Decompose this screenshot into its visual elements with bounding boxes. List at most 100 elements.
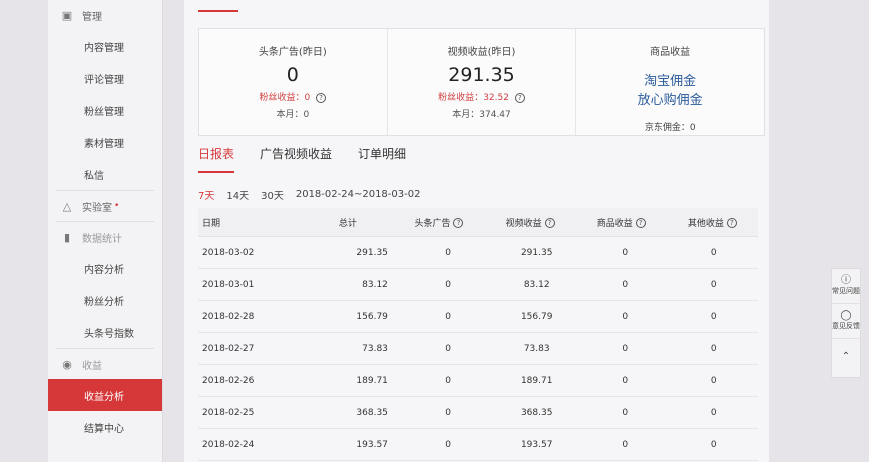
- cell-total: 156.79: [356, 311, 388, 322]
- cell-goods: 0: [622, 279, 629, 290]
- sidebar-group-lab[interactable]: △ 实验室 •: [48, 191, 162, 221]
- month-line: 本月：0: [199, 107, 387, 120]
- feedback-button[interactable]: ◯ 意见反馈: [832, 304, 860, 339]
- column-header-label: 其他收益: [687, 218, 724, 229]
- sidebar-item-content-analysis[interactable]: 内容分析: [48, 252, 162, 284]
- column-header-label: 视频收益: [505, 218, 542, 229]
- cell-date: 2018-02-28: [202, 311, 255, 322]
- cell-goods: 0: [622, 407, 629, 418]
- cell-total: 189.71: [356, 375, 388, 386]
- sidebar-item-fan-analysis[interactable]: 粉丝分析: [48, 284, 162, 316]
- cube-icon: ▣: [61, 8, 73, 22]
- top-accent-bar: [198, 10, 238, 12]
- fan-revenue-label: 粉丝收益：: [438, 93, 484, 103]
- ad-revenue-card: 头条广告(昨日) 0 粉丝收益：0 ? 本月：0: [199, 29, 388, 135]
- cell-total: 368.35: [356, 407, 388, 418]
- cell-video: 73.83: [523, 343, 550, 354]
- tab-order-details[interactable]: 订单明细: [358, 145, 406, 171]
- sidebar-group-manage[interactable]: ▣ 管理: [48, 0, 162, 30]
- chevron-up-icon: ⌃: [841, 351, 851, 362]
- fan-revenue-label: 粉丝收益：: [259, 93, 305, 103]
- help-icon[interactable]: ?: [514, 92, 525, 103]
- sidebar-item-materials[interactable]: 素材管理: [48, 126, 162, 158]
- help-icon[interactable]: ?: [316, 92, 327, 103]
- flask-icon: △: [62, 199, 72, 213]
- fangxingou-commission-link[interactable]: 放心购佣金: [576, 91, 764, 110]
- date-span[interactable]: 2018-02-24~2018-03-02: [296, 189, 421, 200]
- faq-label: 常见问题: [832, 287, 860, 295]
- table-row: 2018-03-01 83.12 0 83.12 0 0: [198, 269, 758, 301]
- sidebar-item-comments[interactable]: 评论管理: [48, 62, 162, 94]
- cell-goods: 0: [622, 343, 629, 354]
- column-header-label: 商品收益: [596, 218, 633, 229]
- cell-other: 0: [710, 343, 717, 354]
- bar-chart-icon: ▮: [63, 230, 71, 244]
- sidebar-group-label: 管理: [82, 11, 102, 23]
- cell-other: 0: [710, 375, 717, 386]
- month-value: 0: [303, 110, 310, 120]
- cell-date: 2018-02-26: [202, 375, 255, 386]
- sidebar-item-revenue-analysis[interactable]: 收益分析: [48, 379, 162, 411]
- sidebar-group-revenue[interactable]: ◉ 收益: [48, 349, 162, 379]
- table-row: 2018-02-26 189.71 0 189.71 0 0: [198, 365, 758, 397]
- fan-revenue-value: 32.52: [483, 93, 509, 103]
- help-icon[interactable]: ?: [726, 218, 737, 228]
- month-label: 本月：: [452, 110, 480, 120]
- cell-total: 73.83: [362, 343, 388, 354]
- cell-ad: 0: [445, 279, 452, 290]
- revenue-summary: 头条广告(昨日) 0 粉丝收益：0 ? 本月：0 视频收益(昨日) 291.35…: [198, 28, 765, 136]
- column-header-goods: 商品收益?: [576, 216, 667, 229]
- taobao-commission-link[interactable]: 淘宝佣金: [576, 72, 764, 91]
- cell-goods: 0: [622, 247, 629, 258]
- tab-daily-report[interactable]: 日报表: [198, 145, 235, 173]
- column-header-label: 头条广告: [414, 218, 451, 229]
- cell-goods: 0: [622, 375, 629, 386]
- cell-ad: 0: [445, 439, 452, 450]
- sidebar: ▣ 管理 内容管理 评论管理 粉丝管理 素材管理 私信 △ 实验室 • ▮ 数据…: [48, 0, 163, 462]
- cell-total: 83.12: [362, 279, 388, 290]
- daily-revenue-table: 日期 总计 头条广告? 视频收益? 商品收益? 其他收益? 2018-03-02…: [198, 208, 758, 461]
- sidebar-item-settlement[interactable]: 结算中心: [48, 411, 162, 443]
- back-to-top-button[interactable]: ⌃: [832, 339, 860, 375]
- sidebar-item-index[interactable]: 头条号指数: [48, 316, 162, 348]
- cell-ad: 0: [445, 343, 452, 354]
- cell-other: 0: [710, 279, 717, 290]
- question-circle-icon: ⓘ: [841, 275, 851, 286]
- table-row: 2018-02-27 73.83 0 73.83 0 0: [198, 333, 758, 365]
- range-7-days[interactable]: 7天: [198, 187, 214, 202]
- help-icon[interactable]: ?: [453, 218, 464, 228]
- cell-ad: 0: [445, 407, 452, 418]
- cell-other: 0: [710, 247, 717, 258]
- cell-video: 291.35: [520, 247, 553, 258]
- help-icon[interactable]: ?: [544, 218, 555, 228]
- cell-date: 2018-02-27: [202, 343, 255, 354]
- cell-other: 0: [710, 407, 717, 418]
- cell-date: 2018-02-25: [202, 407, 255, 418]
- range-30-days[interactable]: 30天: [261, 187, 284, 202]
- goods-revenue-card: 商品收益 淘宝佣金 放心购佣金 京东佣金：0: [576, 29, 764, 135]
- cell-goods: 0: [622, 311, 629, 322]
- faq-button[interactable]: ⓘ 常见问题: [832, 269, 860, 304]
- cell-date: 2018-02-24: [202, 439, 255, 450]
- month-value: 374.47: [479, 110, 511, 120]
- date-range-selector: 7天 14天 30天 2018-02-24~2018-03-02: [198, 187, 432, 202]
- table-header: 日期 总计 头条广告? 视频收益? 商品收益? 其他收益?: [198, 208, 758, 237]
- cell-video: 189.71: [520, 375, 553, 386]
- cell-ad: 0: [445, 247, 452, 258]
- ad-revenue-value: 0: [286, 64, 299, 86]
- goods-links: 淘宝佣金 放心购佣金: [576, 72, 764, 110]
- floating-help-panel: ⓘ 常见问题 ◯ 意见反馈 ⌃: [831, 268, 861, 378]
- column-header-video: 视频收益?: [485, 216, 576, 229]
- video-revenue-value: 291.35: [448, 64, 515, 86]
- sidebar-item-content[interactable]: 内容管理: [48, 30, 162, 62]
- column-header-date: 日期: [202, 218, 221, 229]
- range-14-days[interactable]: 14天: [226, 187, 249, 202]
- sidebar-group-stats[interactable]: ▮ 数据统计: [48, 222, 162, 252]
- cell-video: 156.79: [520, 311, 553, 322]
- help-icon[interactable]: ?: [635, 218, 646, 228]
- jd-commission: 京东佣金：0: [644, 123, 696, 133]
- tab-ad-video-revenue[interactable]: 广告视频收益: [260, 145, 332, 171]
- sidebar-item-messages[interactable]: 私信: [48, 158, 162, 190]
- table-row: 2018-02-28 156.79 0 156.79 0 0: [198, 301, 758, 333]
- sidebar-item-fans[interactable]: 粉丝管理: [48, 94, 162, 126]
